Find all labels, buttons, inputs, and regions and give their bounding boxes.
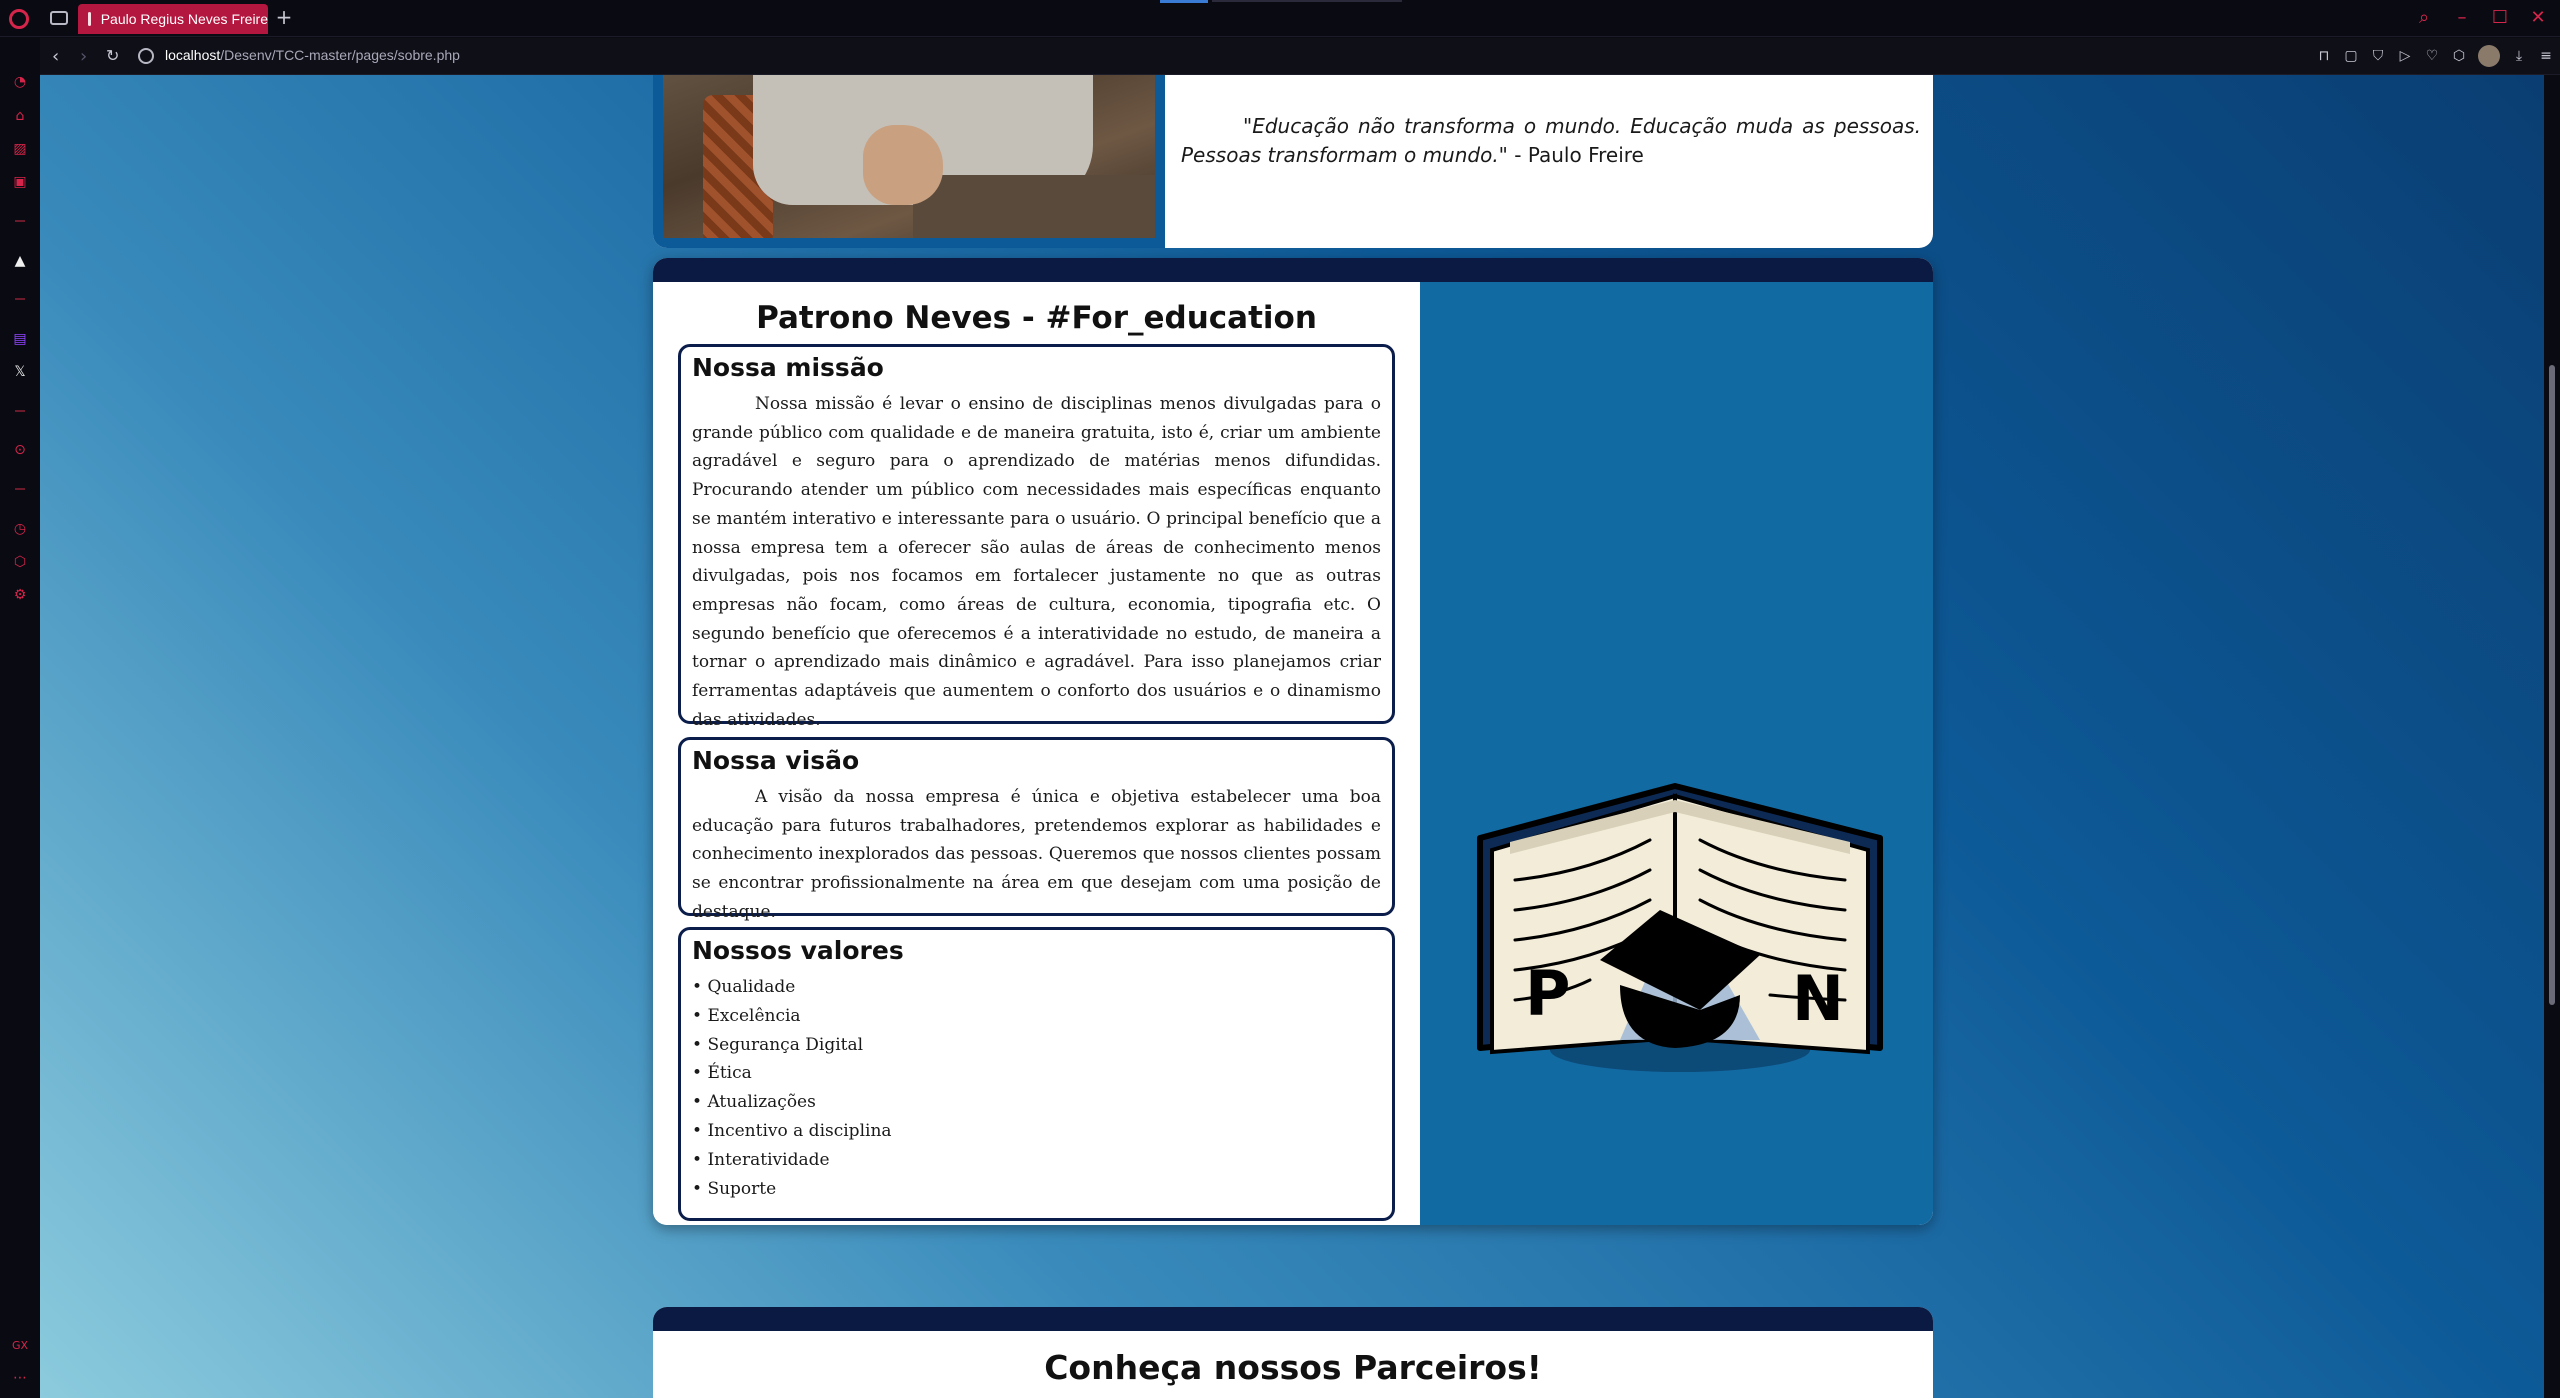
list-item: Excelência xyxy=(692,1002,1381,1031)
address-bar: ‹ › ↻ localhost/Desenv/TCC-master/pages/… xyxy=(40,38,2560,75)
tab-favicon-icon xyxy=(88,12,91,26)
vision-text: A visão da nossa empresa é única e objet… xyxy=(692,787,1381,922)
gx-icon[interactable]: GX xyxy=(11,1337,29,1355)
values-list: Qualidade Excelência Segurança Digital É… xyxy=(692,973,1381,1203)
window-controls: ⌕ – ☐ ✕ xyxy=(2412,6,2550,30)
bookmark-icon[interactable]: ⊓ xyxy=(2316,47,2332,65)
tab-bar: Paulo Regius Neves Freire + ⌕ – ☐ ✕ xyxy=(0,0,2560,37)
photo-frame xyxy=(653,75,1165,248)
page-viewport: "Educação não transforma o mundo. Educaç… xyxy=(40,75,2544,1398)
settings-icon[interactable]: ⚙ xyxy=(11,586,29,604)
about-title: Patrono Neves - #For_education xyxy=(756,300,1317,336)
site-info-icon[interactable] xyxy=(138,48,154,64)
search-icon[interactable]: ⌕ xyxy=(2412,6,2436,30)
quote-card: "Educação não transforma o mundo. Educaç… xyxy=(653,75,1933,248)
mission-heading: Nossa missão xyxy=(692,353,884,382)
section-header-bar xyxy=(653,258,1933,282)
menu-icon[interactable]: ≡ xyxy=(2538,47,2554,65)
opera-logo-icon[interactable] xyxy=(9,9,29,29)
logo-letter-n: N xyxy=(1792,962,1844,1035)
tab-menu-icon[interactable] xyxy=(50,11,68,25)
partners-section: Conheça nossos Parceiros! xyxy=(653,1307,1933,1398)
hot-tabs-icon[interactable]: ▨ xyxy=(11,140,29,158)
heart-icon[interactable]: ♡ xyxy=(2424,47,2440,65)
about-content: Patrono Neves - #For_education Nossa mis… xyxy=(653,282,1420,1225)
tab-title: Paulo Regius Neves Freire xyxy=(100,11,268,27)
mail-icon[interactable]: ▣ xyxy=(11,173,29,191)
x-icon[interactable]: 𝕏 xyxy=(11,363,29,381)
speed-dial-icon[interactable]: ◔ xyxy=(11,73,29,91)
toolbar-right: ⊓ ▢ ⛉ ▷ ♡ ⬡ ⤓ ≡ xyxy=(2316,45,2554,67)
vision-heading: Nossa visão xyxy=(692,746,860,775)
shield-icon[interactable]: ⛉ xyxy=(2370,47,2386,65)
list-item: Incentivo a disciplina xyxy=(692,1117,1381,1146)
player-sidebar-icon[interactable]: ⊙ xyxy=(11,441,29,459)
avatar[interactable] xyxy=(2478,45,2500,67)
scrollbar-thumb[interactable] xyxy=(2549,365,2555,1005)
patrono-neves-logo: P N xyxy=(1477,783,1883,1072)
snapshot-icon[interactable]: ▢ xyxy=(2343,47,2359,65)
values-heading: Nossos valores xyxy=(692,936,904,965)
paulo-freire-photo xyxy=(663,75,1155,238)
sidebar-divider xyxy=(15,298,25,300)
photo-leg xyxy=(913,175,1155,238)
download-icon[interactable]: ⤓ xyxy=(2511,47,2527,65)
sidebar: ◔ ⌂ ▨ ▣ ▲ ▤ 𝕏 ⊙ ◷ ⬡ ⚙ GX ⋯ xyxy=(0,37,40,1398)
history-icon[interactable]: ◷ xyxy=(11,520,29,538)
twitch-icon[interactable]: ▤ xyxy=(11,330,29,348)
tab-strip-indicator xyxy=(1160,0,1208,3)
photo-hand xyxy=(863,125,943,205)
sidebar-divider xyxy=(15,410,25,412)
vision-box: Nossa visão A visão da nossa empresa é ú… xyxy=(678,737,1395,922)
url-field[interactable]: localhost/Desenv/TCC-master/pages/sobre.… xyxy=(165,47,460,63)
quote-author: - Paulo Freire xyxy=(1507,143,1644,167)
logo-panel xyxy=(1420,282,1933,1225)
sidebar-divider xyxy=(15,488,25,490)
logo-letter-p: P xyxy=(1525,957,1570,1030)
forward-icon[interactable]: › xyxy=(80,46,87,67)
tab-active[interactable]: Paulo Regius Neves Freire xyxy=(78,4,268,34)
list-item: Atualizações xyxy=(692,1088,1381,1117)
new-tab-button[interactable]: + xyxy=(274,7,294,27)
list-item: Suporte xyxy=(692,1175,1381,1204)
close-icon[interactable]: ✕ xyxy=(2526,6,2550,30)
mission-box: Nossa missão Nossa missão é levar o ensi… xyxy=(678,344,1395,730)
back-icon[interactable]: ‹ xyxy=(52,46,59,67)
mission-text: Nossa missão é levar o ensino de discipl… xyxy=(692,394,1381,730)
list-item: Interatividade xyxy=(692,1146,1381,1175)
partners-title: Conheça nossos Parceiros! xyxy=(1044,1348,1542,1387)
gx-corner-icon[interactable]: ⌂ xyxy=(11,107,29,125)
aria-icon[interactable]: ▲ xyxy=(11,252,29,270)
more-icon[interactable]: ⋯ xyxy=(11,1369,29,1387)
extensions-icon[interactable]: ⬡ xyxy=(2451,47,2467,65)
maximize-icon[interactable]: ☐ xyxy=(2488,6,2512,30)
list-item: Qualidade xyxy=(692,973,1381,1002)
list-item: Ética xyxy=(692,1059,1381,1088)
player-icon[interactable]: ▷ xyxy=(2397,47,2413,65)
quote: "Educação não transforma o mundo. Educaç… xyxy=(1181,112,1921,170)
reload-icon[interactable]: ↻ xyxy=(106,46,119,65)
url-host: localhost xyxy=(165,47,221,63)
section-header-bar xyxy=(653,1307,1933,1331)
tab-strip-track xyxy=(1212,0,1402,2)
minimize-icon[interactable]: – xyxy=(2450,6,2474,30)
page-scrollbar[interactable] xyxy=(2544,75,2560,1398)
url-path: /Desenv/TCC-master/pages/sobre.php xyxy=(220,47,460,63)
extensions-sidebar-icon[interactable]: ⬡ xyxy=(11,553,29,571)
values-box: Nossos valores Qualidade Excelência Segu… xyxy=(678,927,1395,1221)
list-item: Segurança Digital xyxy=(692,1031,1381,1060)
sidebar-divider xyxy=(15,220,25,222)
